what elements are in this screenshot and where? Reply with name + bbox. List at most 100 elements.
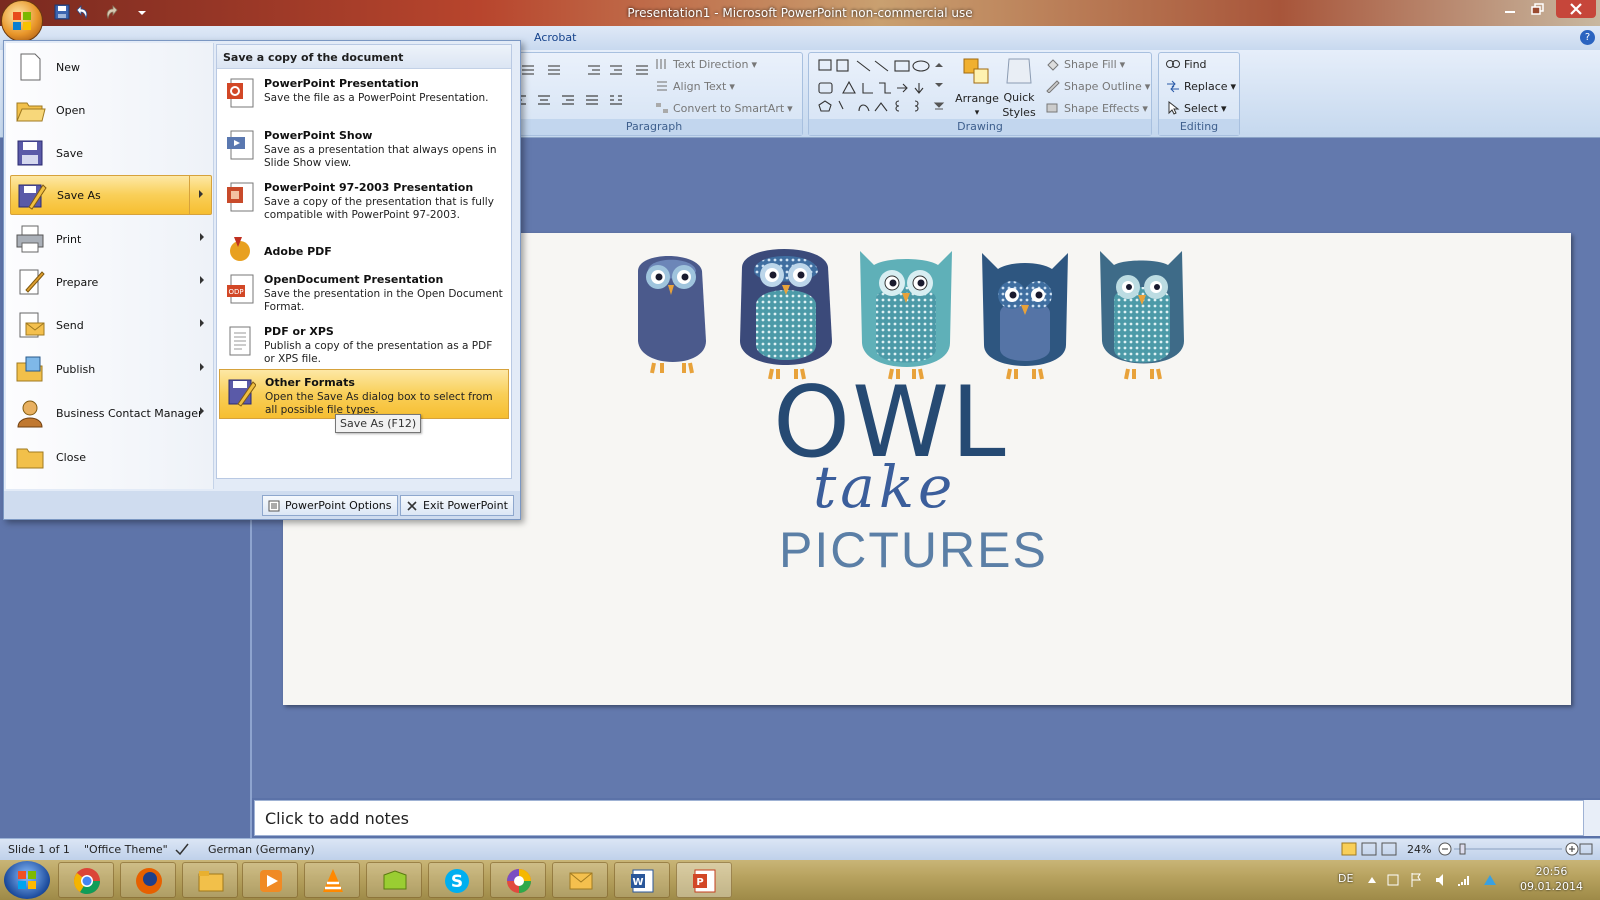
replace-button[interactable]: Replace ▾ bbox=[1165, 79, 1236, 93]
paragraph-group: Text Direction ▾ Align Text ▾ Convert to S… bbox=[505, 52, 803, 136]
shapes-gallery[interactable] bbox=[815, 57, 945, 117]
tray-icons[interactable] bbox=[1366, 871, 1506, 889]
shape-effects-button[interactable]: Shape Effects ▾ bbox=[1045, 101, 1148, 115]
align-text-button[interactable]: Align Text ▾ bbox=[654, 79, 735, 93]
theme-name: "Office Theme" bbox=[84, 843, 168, 856]
menu-item-publish[interactable]: Publish bbox=[10, 349, 212, 389]
save-option-description: Save a copy of the presentation that is … bbox=[264, 196, 494, 221]
align-buttons[interactable] bbox=[512, 93, 624, 107]
menu-item-save[interactable]: Save bbox=[10, 133, 212, 173]
media-player-icon bbox=[257, 867, 285, 895]
picasa-icon bbox=[505, 867, 533, 895]
save-option-pdf-or-xps[interactable]: PDF or XPS Publish a copy of the presenta… bbox=[219, 319, 509, 369]
office-button[interactable] bbox=[1, 0, 43, 42]
ppsx-show-icon bbox=[225, 129, 255, 161]
save-option-powerpoint-97-2003-presentation[interactable]: PowerPoint 97-2003 Presentation Save a co… bbox=[219, 175, 509, 225]
taskbar-vlc[interactable] bbox=[304, 862, 360, 898]
svg-text:S: S bbox=[451, 872, 463, 892]
save-option-title: OpenDocument Presentation bbox=[264, 273, 444, 286]
exit-icon bbox=[407, 500, 417, 511]
tooltip: Save As (F12) bbox=[335, 414, 422, 433]
fit-to-window-icon[interactable] bbox=[1578, 842, 1594, 856]
taskbar-powerpoint[interactable]: P bbox=[676, 862, 732, 898]
printer-icon bbox=[14, 223, 46, 255]
menu-item-label: Save bbox=[56, 146, 84, 160]
chrome-icon bbox=[73, 867, 101, 895]
language-status[interactable]: German (Germany) bbox=[208, 843, 315, 856]
find-button[interactable]: Find bbox=[1165, 57, 1207, 71]
text-direction-button[interactable]: Text Direction ▾ bbox=[654, 57, 757, 71]
save-option-title: Adobe PDF bbox=[264, 245, 332, 258]
indent-buttons[interactable] bbox=[586, 63, 656, 77]
input-language[interactable]: DE bbox=[1338, 872, 1353, 885]
pdf-xps-icon bbox=[225, 325, 255, 357]
save-option-description: Save the file as a PowerPoint Presentati… bbox=[264, 92, 489, 104]
windows-logo-icon bbox=[18, 871, 36, 889]
owl-5 bbox=[1100, 251, 1184, 380]
taskbar-picasa[interactable] bbox=[490, 862, 546, 898]
drawing-group-label: Drawing bbox=[809, 119, 1151, 135]
office-menu: New Open Save Save As Print Prepare Send Publis… bbox=[3, 40, 521, 520]
pptx-file-icon bbox=[225, 77, 255, 109]
close-window-icon[interactable] bbox=[1556, 0, 1596, 18]
shape-outline-button[interactable]: Shape Outline ▾ bbox=[1045, 79, 1150, 93]
taskbar-media-player[interactable] bbox=[242, 862, 298, 898]
taskbar-word[interactable]: W bbox=[614, 862, 670, 898]
owl-2 bbox=[740, 249, 832, 380]
submenu-arrow-icon bbox=[200, 363, 204, 371]
help-icon[interactable]: ? bbox=[1580, 30, 1595, 45]
svg-text:ODP: ODP bbox=[228, 288, 243, 296]
taskbar-skype[interactable]: S bbox=[428, 862, 484, 898]
view-buttons[interactable] bbox=[1340, 841, 1400, 857]
zoom-level[interactable]: 24% bbox=[1407, 843, 1431, 856]
owls-illustration bbox=[638, 249, 1184, 380]
save-option-description: Save the presentation in the Open Docume… bbox=[264, 288, 503, 313]
save-option-powerpoint-presentation[interactable]: PowerPoint Presentation Save the file as … bbox=[219, 71, 509, 121]
menu-item-label: Send bbox=[56, 318, 84, 332]
taskbar-firefox[interactable] bbox=[120, 862, 176, 898]
menu-item-prepare[interactable]: Prepare bbox=[10, 262, 212, 302]
save-as-icon bbox=[15, 179, 47, 211]
zoom-slider[interactable] bbox=[1438, 842, 1588, 856]
minimize-icon[interactable] bbox=[1496, 0, 1524, 18]
firefox-icon bbox=[135, 867, 163, 895]
select-button[interactable]: Select ▾ bbox=[1165, 101, 1226, 115]
save-option-other-formats[interactable]: Other Formats Open the Save As dialog box… bbox=[219, 369, 509, 419]
notes-pane[interactable]: Click to add notes bbox=[254, 800, 1584, 836]
bullets-button[interactable] bbox=[520, 63, 564, 77]
menu-item-close[interactable]: Close bbox=[10, 437, 212, 477]
taskbar-chrome[interactable] bbox=[58, 862, 114, 898]
taskbar-outlook[interactable] bbox=[552, 862, 608, 898]
menu-item-business-contact-manager[interactable]: Business Contact Manager bbox=[10, 393, 212, 433]
exit-powerpoint-button[interactable]: Exit PowerPoint bbox=[400, 495, 514, 516]
arrange-button[interactable]: Arrange ▾ bbox=[955, 55, 999, 118]
menu-item-new[interactable]: New bbox=[10, 47, 212, 87]
powerpoint-icon: P bbox=[691, 867, 719, 895]
restore-icon[interactable] bbox=[1524, 0, 1552, 18]
vlc-icon bbox=[319, 867, 347, 895]
start-button[interactable] bbox=[4, 861, 50, 899]
system-clock[interactable]: 20:56 09.01.2014 bbox=[1520, 864, 1583, 894]
menu-item-label: Print bbox=[56, 232, 82, 246]
menu-item-send[interactable]: Send bbox=[10, 305, 212, 345]
slide-title-pictures: PICTURES bbox=[779, 522, 1048, 578]
save-option-opendocument-presentation[interactable]: ODP OpenDocument Presentation Save the pre… bbox=[219, 267, 509, 317]
menu-item-open[interactable]: Open bbox=[10, 90, 212, 130]
owl-4 bbox=[982, 253, 1068, 380]
save-option-title: PDF or XPS bbox=[264, 325, 334, 338]
quick-styles-button[interactable]: Quick Styles bbox=[999, 55, 1039, 119]
shape-fill-button[interactable]: Shape Fill ▾ bbox=[1045, 57, 1125, 71]
notes-scrollbar[interactable] bbox=[1584, 800, 1600, 836]
convert-smartart-button[interactable]: Convert to SmartArt ▾ bbox=[654, 101, 793, 115]
tab-acrobat[interactable]: Acrobat bbox=[534, 31, 576, 44]
taskbar-folder[interactable] bbox=[366, 862, 422, 898]
menu-item-save-as[interactable]: Save As bbox=[10, 175, 212, 215]
powerpoint-options-button[interactable]: PowerPoint Options bbox=[262, 495, 398, 516]
menu-item-label: New bbox=[56, 60, 80, 74]
taskbar: S W P DE 20:56 09.01.2014 bbox=[0, 860, 1600, 900]
taskbar-explorer[interactable] bbox=[182, 862, 238, 898]
menu-item-print[interactable]: Print bbox=[10, 219, 212, 259]
save-option-title: PowerPoint 97-2003 Presentation bbox=[264, 181, 474, 194]
save-option-powerpoint-show[interactable]: PowerPoint Show Save as a presentation th… bbox=[219, 123, 509, 173]
spell-check-icon[interactable] bbox=[174, 842, 190, 856]
